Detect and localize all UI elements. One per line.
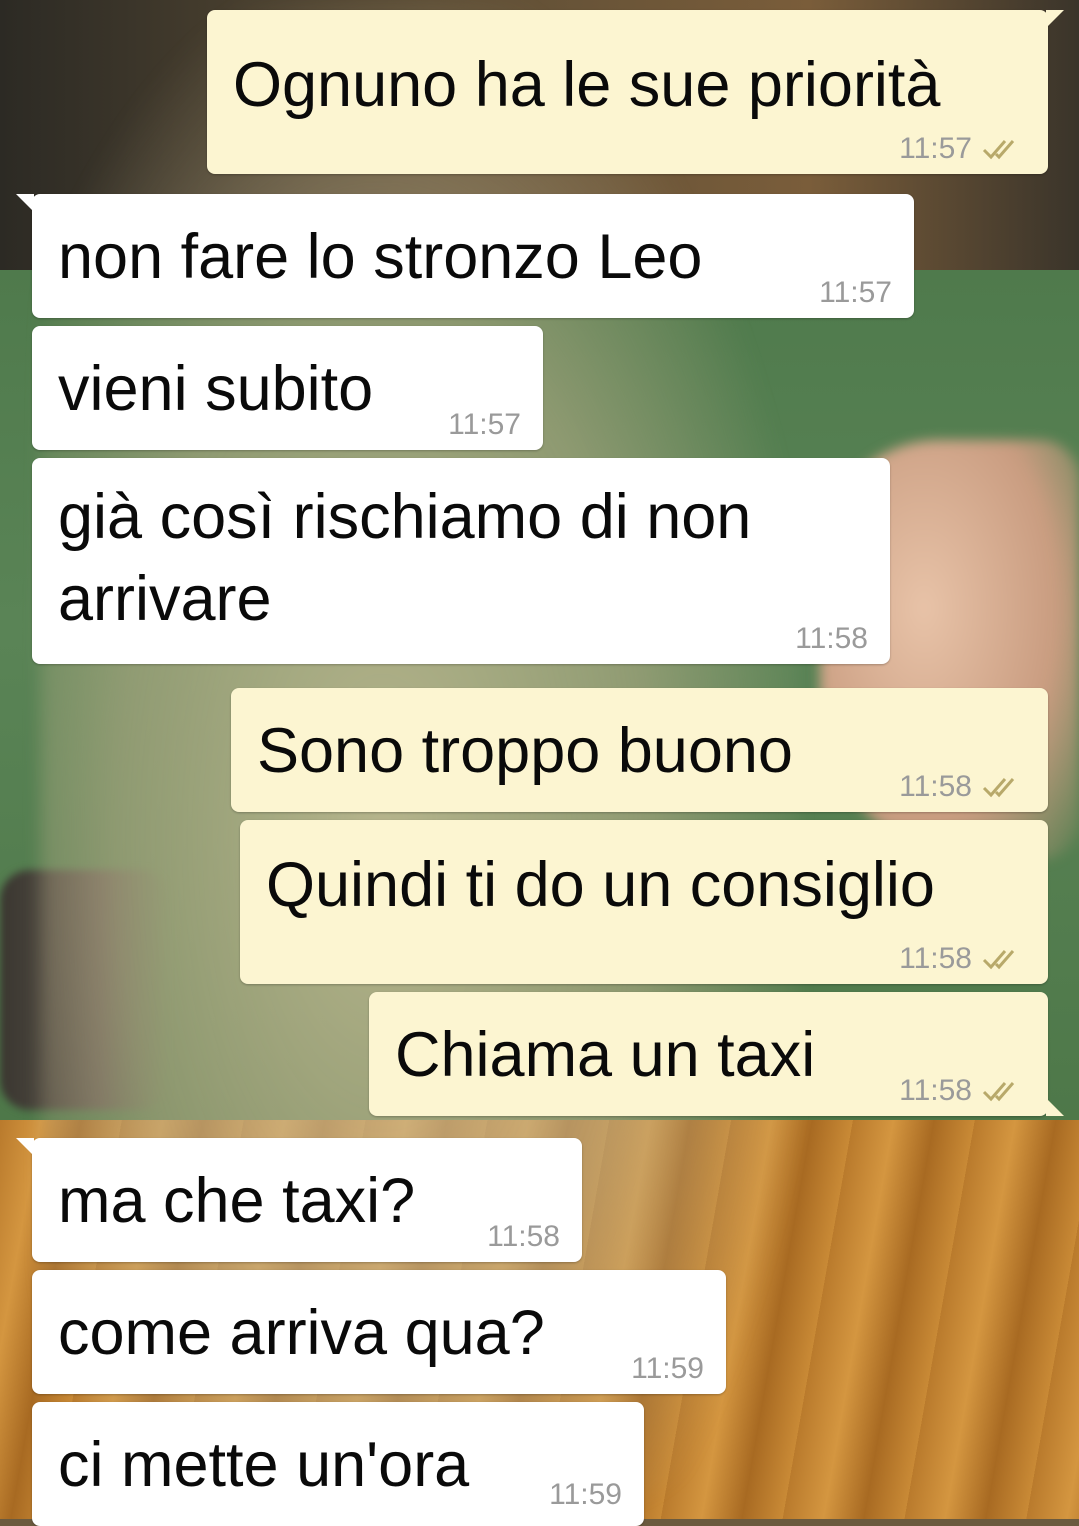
message-text: ci mette un'ora: [58, 1430, 470, 1500]
message-text-line2: arrivare: [58, 564, 272, 634]
message-meta: 11:58: [795, 622, 868, 656]
message-bubble-outgoing[interactable]: Quindi ti do un consiglio 11:58: [240, 820, 1048, 984]
message-bubble-outgoing[interactable]: Chiama un taxi 11:58: [369, 992, 1064, 1116]
message-time: 11:57: [899, 132, 972, 165]
message-time: 11:57: [819, 276, 892, 309]
message-text: come arriva qua?: [58, 1298, 545, 1368]
message-meta: 11:57: [819, 276, 892, 310]
message-time: 11:58: [487, 1220, 560, 1253]
message-bubble-incoming[interactable]: vieni subito 11:57: [32, 326, 543, 450]
message-meta: 11:58: [899, 770, 1026, 804]
message-text: non fare lo stronzo Leo: [58, 222, 703, 292]
message-bubble-incoming[interactable]: come arriva qua? 11:59: [32, 1270, 726, 1394]
message-text: vieni subito: [58, 354, 374, 424]
message-bubble-incoming[interactable]: già così rischiamo di non arrivare 11:58: [32, 458, 890, 664]
double-check-icon: [982, 950, 1015, 970]
message-time: 11:59: [631, 1352, 704, 1385]
message-meta: 11:58: [899, 942, 1026, 976]
message-meta: 11:58: [487, 1220, 560, 1254]
message-time: 11:58: [899, 942, 972, 975]
message-text: ma che taxi?: [58, 1166, 416, 1236]
message-meta: 11:58: [899, 1074, 1026, 1108]
message-text: Quindi ti do un consiglio: [266, 850, 935, 920]
message-time: 11:58: [795, 622, 868, 655]
message-bubble-outgoing[interactable]: Sono troppo buono 11:58: [231, 688, 1048, 812]
message-list[interactable]: Ognuno ha le sue priorità 11:57 non fare…: [0, 0, 1079, 1526]
message-bubble-outgoing[interactable]: Ognuno ha le sue priorità 11:57: [207, 10, 1064, 174]
message-bubble-incoming[interactable]: ci mette un'ora 11:59: [32, 1402, 644, 1526]
message-meta: 11:59: [631, 1352, 704, 1386]
message-time: 11:58: [899, 1074, 972, 1107]
message-time: 11:58: [899, 770, 972, 803]
message-text: Ognuno ha le sue priorità: [233, 50, 941, 120]
message-bubble-incoming[interactable]: non fare lo stronzo Leo 11:57: [16, 194, 914, 318]
message-meta: 11:59: [549, 1478, 622, 1512]
message-meta: 11:57: [448, 408, 521, 442]
double-check-icon: [982, 1082, 1015, 1102]
message-meta: 11:57: [899, 132, 1026, 166]
message-text: Sono troppo buono: [257, 716, 793, 786]
message-bubble-incoming[interactable]: ma che taxi? 11:58: [16, 1138, 582, 1262]
message-time: 11:57: [448, 408, 521, 441]
message-time: 11:59: [549, 1478, 622, 1511]
message-text: già così rischiamo di non: [58, 482, 752, 552]
double-check-icon: [982, 140, 1015, 160]
double-check-icon: [982, 778, 1015, 798]
message-text: Chiama un taxi: [395, 1020, 816, 1090]
